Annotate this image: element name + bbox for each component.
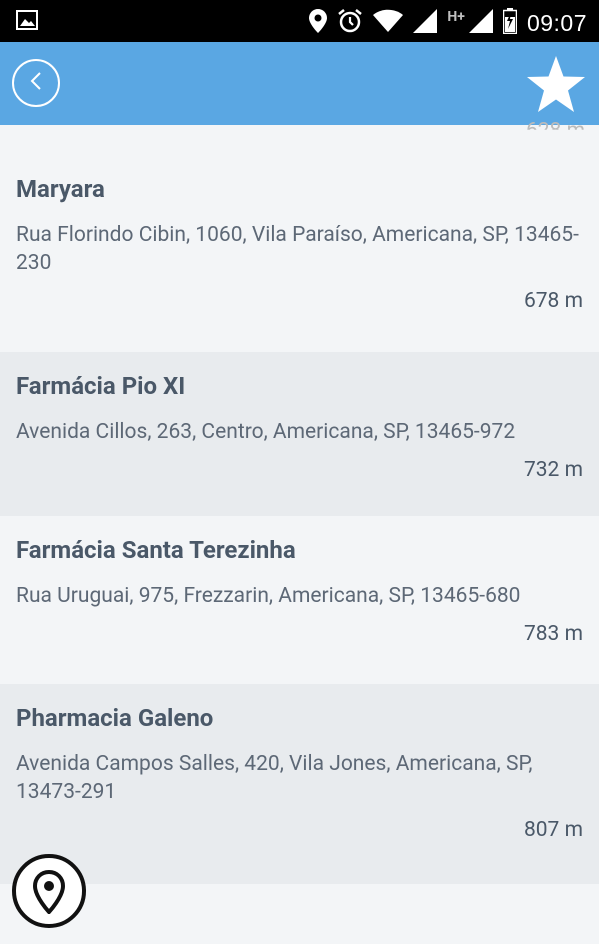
favorite-button[interactable] (525, 54, 587, 114)
list-item-partial[interactable] (0, 884, 599, 944)
item-name: Pharmacia Galeno (16, 704, 214, 732)
signal-icon-2 (468, 9, 493, 37)
map-button[interactable] (12, 854, 86, 928)
item-name: Farmácia Santa Terezinha (16, 536, 296, 564)
battery-icon (502, 8, 518, 38)
alarm-icon (337, 8, 363, 38)
signal-icon-1 (413, 9, 438, 37)
status-time: 09:07 (526, 9, 587, 36)
network-type-label: H+ (447, 9, 465, 25)
status-bar: H+ 09:07 (0, 0, 599, 42)
item-name: Maryara (16, 175, 105, 203)
item-name: Farmácia Pio XI (16, 372, 186, 400)
location-icon (309, 9, 328, 37)
back-button[interactable] (12, 59, 60, 107)
item-distance: 783 m (523, 622, 583, 646)
location-pin-icon (32, 869, 66, 918)
item-address: Avenida Campos Salles, 420, Vila Jones, … (16, 752, 533, 804)
item-distance: 807 m (523, 818, 583, 842)
partial-distance-label: 628 m (525, 119, 585, 143)
item-distance: 678 m (523, 289, 583, 313)
list-item[interactable]: Farmácia Pio XI Avenida Cillos, 263, Cen… (0, 352, 599, 516)
item-address: Avenida Cillos, 263, Centro, Americana, … (16, 420, 516, 444)
list-item[interactable]: Farmácia Santa Terezinha Rua Uruguai, 97… (0, 516, 599, 684)
chevron-left-icon (29, 71, 43, 95)
item-address: Rua Florindo Cibin, 1060, Vila Paraíso, … (16, 223, 579, 275)
wifi-icon (373, 9, 404, 37)
item-distance: 732 m (523, 458, 583, 482)
star-icon (525, 56, 587, 118)
list-item[interactable]: Maryara Rua Florindo Cibin, 1060, Vila P… (0, 155, 599, 352)
app-bar (0, 42, 599, 125)
list-top-partial-row: 628 m (0, 119, 599, 155)
item-address: Rua Uruguai, 975, Frezzarin, Americana, … (16, 584, 521, 608)
list-item[interactable]: Pharmacia Galeno Avenida Campos Salles, … (0, 684, 599, 884)
image-notification-icon (16, 10, 38, 34)
pharmacy-list: 628 m Maryara Rua Florindo Cibin, 1060, … (0, 119, 599, 944)
